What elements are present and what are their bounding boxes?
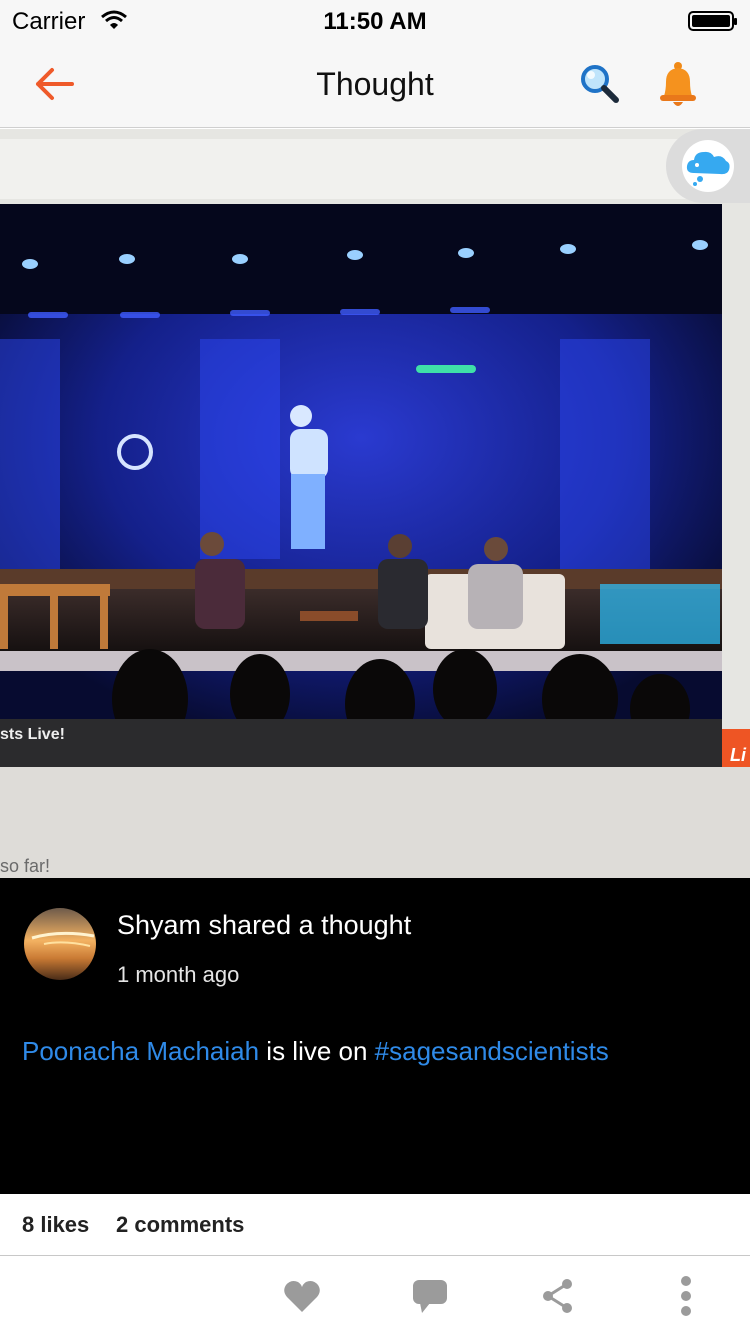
post-header: Shyam shared a thought xyxy=(117,910,412,940)
post-card: Shyam shared a thought 1 month ago Poona… xyxy=(0,878,750,1194)
post-text-middle: is live on xyxy=(259,1036,375,1066)
post-text: Poonacha Machaiah is live on #sagesandsc… xyxy=(22,1036,609,1067)
status-time: 11:50 AM xyxy=(323,8,427,35)
author-link[interactable]: Poonacha Machaiah xyxy=(22,1036,259,1066)
search-icon xyxy=(581,65,619,103)
avatar[interactable] xyxy=(24,908,96,980)
hashtag-link[interactable]: #sagesandscientists xyxy=(375,1036,609,1066)
notifications-button[interactable] xyxy=(654,58,702,110)
post-photo[interactable]: sts Live! so far! Li xyxy=(0,129,750,878)
bell-icon xyxy=(660,62,696,106)
action-bar xyxy=(0,1256,750,1334)
stage-photo: sts Live! so far! Li xyxy=(0,129,750,878)
stats-bar: 8 likes 2 comments xyxy=(0,1194,750,1256)
like-button[interactable] xyxy=(280,1274,324,1318)
heart-icon xyxy=(284,1281,320,1312)
thought-cloud-icon xyxy=(686,151,730,186)
avatar-image xyxy=(24,908,96,980)
battery-icon xyxy=(688,11,737,31)
search-button[interactable] xyxy=(578,62,622,106)
more-vertical-icon xyxy=(681,1276,691,1316)
comment-button[interactable] xyxy=(408,1274,452,1318)
caption-text-left: sts Live! xyxy=(0,726,65,743)
page-title: Thought xyxy=(316,66,434,102)
more-options-button[interactable] xyxy=(664,1274,708,1318)
share-button[interactable] xyxy=(536,1274,580,1318)
nav-bar: Thought xyxy=(0,40,750,128)
share-icon xyxy=(543,1279,572,1313)
comment-bubble-icon xyxy=(413,1280,447,1313)
post-timestamp: 1 month ago xyxy=(117,962,240,987)
status-bar: Carrier 11:50 AM xyxy=(0,0,750,40)
caption-corner-letter: Li xyxy=(730,745,747,765)
thought-bubble-button[interactable] xyxy=(666,129,750,203)
caption-text-bottom: so far! xyxy=(0,856,50,876)
likes-count[interactable]: 8 likes xyxy=(22,1212,89,1238)
comments-count[interactable]: 2 comments xyxy=(116,1212,244,1238)
thought-bubble-circle xyxy=(682,140,734,192)
